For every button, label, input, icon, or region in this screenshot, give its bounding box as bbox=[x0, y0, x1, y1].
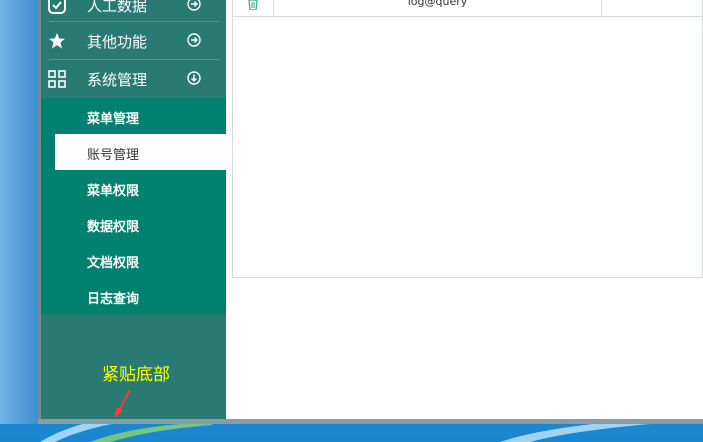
arrow-right-circle-icon bbox=[187, 0, 201, 11]
table-cell-text: log@query bbox=[274, 0, 602, 16]
submenu-item-label: 数据权限 bbox=[87, 220, 140, 235]
window-frame-bottom bbox=[38, 419, 703, 424]
sidebar-item-label: 系统管理 bbox=[87, 71, 148, 89]
trash-icon[interactable] bbox=[247, 0, 259, 10]
sidebar-item-system-management[interactable]: 系统管理 bbox=[41, 60, 226, 98]
submenu-item-document-permissions[interactable]: 文档权限 bbox=[41, 242, 226, 278]
submenu-item-label: 菜单管理 bbox=[87, 112, 140, 127]
submenu-item-label: 账号管理 bbox=[87, 148, 140, 163]
arrow-right-circle-icon bbox=[187, 33, 201, 47]
grid-icon bbox=[48, 70, 66, 88]
window-frame-left bbox=[0, 0, 38, 424]
table-cell-action bbox=[233, 0, 274, 16]
submenu-item-account-management[interactable]: 账号管理 bbox=[55, 134, 226, 170]
annotation-text: 紧贴底部 bbox=[102, 365, 170, 385]
arrow-down-circle-icon bbox=[187, 71, 201, 85]
sidebar-item-other-functions[interactable]: 其他功能 bbox=[41, 22, 226, 60]
data-grid: log@query bbox=[232, 0, 703, 278]
submenu-item-label: 菜单权限 bbox=[87, 184, 140, 199]
pointer-arrow-icon bbox=[114, 389, 131, 418]
sidebar-item-label: 人工数据 bbox=[87, 0, 148, 15]
submenu-item-menu-permissions[interactable]: 菜单权限 bbox=[41, 170, 226, 206]
submenu-item-menu-management[interactable]: 菜单管理 bbox=[41, 98, 226, 134]
submenu-item-label: 文档权限 bbox=[87, 256, 140, 271]
sidebar-item-label: 其他功能 bbox=[87, 33, 148, 51]
submenu-item-log-query[interactable]: 日志查询 bbox=[41, 278, 226, 314]
submenu-system-management: 菜单管理 账号管理 菜单权限 数据权限 文档权限 日志查询 bbox=[41, 98, 226, 314]
submenu-item-data-permissions[interactable]: 数据权限 bbox=[41, 206, 226, 242]
table-row[interactable]: log@query bbox=[233, 0, 703, 17]
main-content: log@query bbox=[226, 0, 703, 419]
app-window: 人工数据 其他功能 系统管理 菜单管理 账号管理 菜单权限 数据权限 文档权限 … bbox=[0, 0, 703, 424]
sidebar: 人工数据 其他功能 系统管理 菜单管理 账号管理 菜单权限 数据权限 文档权限 … bbox=[41, 0, 226, 419]
submenu-item-label: 日志查询 bbox=[87, 292, 140, 307]
check-box-icon bbox=[48, 0, 66, 14]
star-icon bbox=[49, 33, 65, 49]
